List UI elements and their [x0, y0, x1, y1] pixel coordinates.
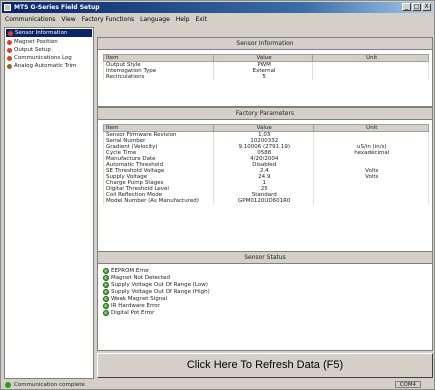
communications-log-icon	[7, 55, 12, 61]
maximize-button[interactable]: □	[412, 3, 421, 11]
sidebar-item-magnet-position[interactable]: Magnet Position	[5, 38, 93, 46]
status-led-icon	[103, 274, 109, 281]
status-led-icon	[103, 281, 109, 288]
item-cell: Recirculations	[103, 74, 214, 80]
factory-parameters-table: Item Value Unit Sensor Firmware Revision…	[103, 124, 430, 204]
sidebar-item-analog-automatic-trim[interactable]: Analog Automatic Trim	[5, 62, 93, 70]
item-cell: Model Number (As Manufactured)	[103, 198, 214, 204]
status-item: Magnet Not Detected	[103, 274, 427, 281]
panel-title: Sensor Status	[98, 252, 432, 264]
status-label: Digital Pot Error	[111, 309, 155, 316]
status-led-icon	[103, 302, 109, 309]
app-icon	[4, 4, 11, 11]
sidebar-item-communications-log[interactable]: Communications Log	[5, 54, 93, 62]
status-item: IR Hardware Error	[103, 302, 427, 309]
status-item: EEPROM Error	[103, 267, 427, 274]
status-label: Magnet Not Detected	[111, 274, 170, 281]
status-label: Supply Voltage Out Of Range (High)	[111, 288, 210, 295]
analog-automatic-trim-icon	[7, 63, 12, 69]
sensor-information-icon	[8, 30, 13, 36]
menu-bar: Communications View Factory Functions La…	[2, 14, 433, 24]
magnet-position-icon	[7, 39, 12, 45]
status-led-icon	[103, 288, 109, 295]
status-list: EEPROM Error Magnet Not Detected Supply …	[98, 264, 432, 319]
status-message: Communication complete	[14, 381, 85, 388]
factory-parameters-panel: Factory Parameters Item Value Unit Senso…	[97, 107, 433, 267]
menu-language[interactable]: Language	[140, 16, 170, 23]
status-led-icon	[103, 295, 109, 302]
status-bar: Communication complete COM4	[2, 380, 433, 389]
sensor-information-table: Item Value Unit Output Style PWM Interrog…	[103, 54, 429, 80]
sidebar-item-label: Analog Automatic Trim	[14, 63, 77, 69]
column-header[interactable]: Value	[212, 54, 314, 62]
sidebar-item-label: Sensor Information	[15, 30, 68, 36]
status-item: Supply Voltage Out Of Range (Low)	[103, 281, 427, 288]
sensor-status-panel: Sensor Status EEPROM Error Magnet Not De…	[97, 251, 433, 351]
status-label: IR Hardware Error	[111, 302, 160, 309]
status-label: EEPROM Error	[111, 267, 150, 274]
table-row: Recirculations 5	[103, 74, 429, 80]
main-content: Sensor Information Item Value Unit Outpu…	[97, 27, 433, 379]
column-header[interactable]: Item	[103, 54, 214, 62]
panel-title: Factory Parameters	[98, 108, 432, 120]
status-led-icon	[103, 267, 109, 274]
column-header[interactable]: Unit	[312, 54, 429, 62]
column-header[interactable]: Value	[212, 124, 314, 132]
minimize-button[interactable]: _	[402, 3, 411, 11]
panel-title: Sensor Information	[98, 38, 432, 50]
table-row: Model Number (As Manufactured) GPM0120UD6…	[103, 198, 430, 204]
sidebar-item-sensor-information[interactable]: Sensor Information	[6, 29, 92, 37]
menu-view[interactable]: View	[61, 16, 75, 23]
sensor-information-panel: Sensor Information Item Value Unit Outpu…	[97, 37, 433, 107]
unit-cell	[312, 74, 429, 80]
menu-exit[interactable]: Exit	[195, 16, 206, 23]
menu-communications[interactable]: Communications	[5, 16, 55, 23]
column-header[interactable]: Item	[103, 124, 214, 132]
value-cell: GPM0120UD601R0	[212, 198, 314, 204]
app-window: MTS G-Series Field Setup _ □ X Communica…	[0, 0, 435, 390]
output-setup-icon	[7, 47, 12, 53]
title-bar: MTS G-Series Field Setup _ □ X	[2, 2, 433, 13]
status-label: Weak Magnet Signal	[111, 295, 168, 302]
status-item: Supply Voltage Out Of Range (High)	[103, 288, 427, 295]
unit-cell	[312, 198, 430, 204]
refresh-data-button[interactable]: Click Here To Refresh Data (F5)	[97, 353, 433, 378]
navigation-sidebar: Sensor Information Magnet Position Outpu…	[4, 27, 94, 379]
status-label: Supply Voltage Out Of Range (Low)	[111, 281, 208, 288]
sidebar-item-output-setup[interactable]: Output Setup	[5, 46, 93, 54]
status-item: Digital Pot Error	[103, 309, 427, 316]
value-cell: 5	[212, 74, 314, 80]
column-header[interactable]: Unit	[312, 124, 430, 132]
menu-help[interactable]: Help	[176, 16, 190, 23]
sidebar-item-label: Communications Log	[14, 55, 72, 61]
com-port-indicator: COM4	[394, 381, 421, 388]
status-item: Weak Magnet Signal	[103, 295, 427, 302]
menu-factory-functions[interactable]: Factory Functions	[82, 16, 134, 23]
close-button[interactable]: X	[422, 3, 431, 11]
sidebar-item-label: Magnet Position	[14, 39, 58, 45]
window-title: MTS G-Series Field Setup	[14, 4, 100, 11]
status-led-icon	[103, 309, 109, 316]
sidebar-item-label: Output Setup	[14, 47, 51, 53]
connection-status-icon	[5, 381, 11, 388]
